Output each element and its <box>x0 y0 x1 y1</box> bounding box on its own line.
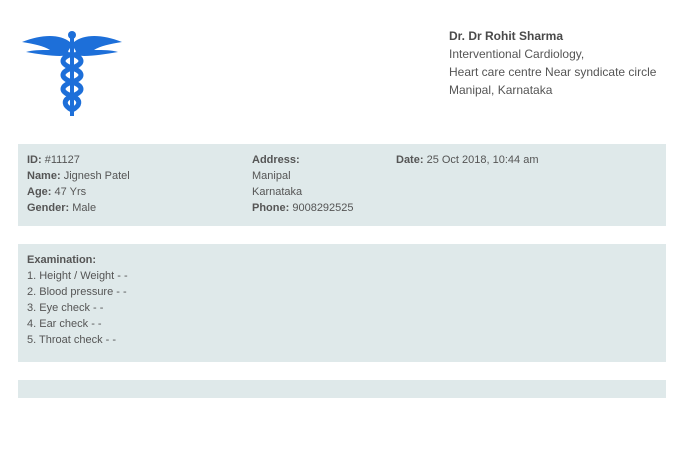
caduceus-logo <box>20 28 124 118</box>
patient-id-label: ID: <box>27 154 42 166</box>
visit-date-column: Date: 25 Oct 2018, 10:44 am <box>396 152 539 168</box>
patient-identity-column: ID: #11127 Name: Jignesh Patel Age: 47 Y… <box>27 152 130 216</box>
patient-phone-row: Phone: 9008292525 <box>252 200 354 216</box>
patient-gender-label: Gender: <box>27 202 70 214</box>
patient-info-panel: ID: #11127 Name: Jignesh Patel Age: 47 Y… <box>18 144 666 226</box>
examination-item: 1. Height / Weight - - <box>27 270 128 282</box>
patient-name-row: Name: Jignesh Patel <box>27 168 130 184</box>
doctor-name: Dr. Dr Rohit Sharma <box>449 29 564 43</box>
patient-address-row: Address: <box>252 152 354 168</box>
empty-panel <box>18 380 666 398</box>
patient-gender-row: Gender: Male <box>27 200 130 216</box>
patient-address-line1: Manipal <box>252 170 291 182</box>
examination-item: 2. Blood pressure - - <box>27 286 127 298</box>
examination-item: 3. Eye check - - <box>27 302 104 314</box>
doctor-address: Heart care centre Near syndicate circle <box>449 65 657 79</box>
patient-phone-value: 9008292525 <box>292 202 354 214</box>
patient-name-label: Name: <box>27 170 61 182</box>
patient-age-label: Age: <box>27 186 52 198</box>
visit-date-label: Date: <box>396 154 424 166</box>
doctor-info: Dr. Dr Rohit Sharma Interventional Cardi… <box>449 27 656 99</box>
patient-age-row: Age: 47 Yrs <box>27 184 130 200</box>
examination-item: 4. Ear check - - <box>27 318 102 330</box>
doctor-location: Manipal, Karnataka <box>449 83 553 97</box>
visit-date-value: 25 Oct 2018, 10:44 am <box>426 154 539 166</box>
examination-item: 5. Throat check - - <box>27 334 117 346</box>
caduceus-icon <box>22 31 122 116</box>
doctor-specialty: Interventional Cardiology, <box>449 47 585 61</box>
patient-address-line2: Karnataka <box>252 186 303 198</box>
examination-list: 1. Height / Weight - - 2. Blood pressure… <box>27 268 128 348</box>
patient-id-row: ID: #11127 <box>27 152 130 168</box>
visit-date-row: Date: 25 Oct 2018, 10:44 am <box>396 152 539 168</box>
patient-age-value: 47 Yrs <box>54 186 87 198</box>
patient-address-label: Address: <box>252 154 300 166</box>
examination-panel: Examination: 1. Height / Weight - - 2. B… <box>18 244 666 362</box>
patient-contact-column: Address: Manipal Karnataka Phone: 900829… <box>252 152 354 216</box>
patient-name-value: Jignesh Patel <box>63 170 130 182</box>
examination-heading: Examination: <box>27 254 97 266</box>
examination-section: Examination: 1. Height / Weight - - 2. B… <box>27 252 128 348</box>
patient-id-value: #11127 <box>44 154 80 166</box>
patient-phone-label: Phone: <box>252 202 290 214</box>
patient-gender-value: Male <box>72 202 97 214</box>
